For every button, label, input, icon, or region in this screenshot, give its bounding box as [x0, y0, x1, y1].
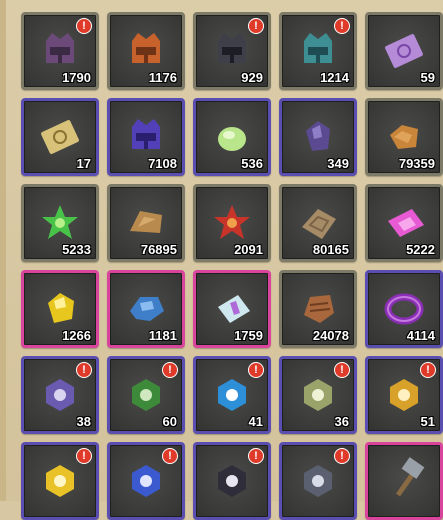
- alert-badge-icon: !: [76, 18, 92, 34]
- inventory-slot[interactable]: 80165: [279, 184, 357, 262]
- inventory-slot[interactable]: !: [21, 442, 99, 520]
- inventory-slot[interactable]: 60!: [107, 356, 185, 434]
- inventory-slot[interactable]: 36!: [279, 356, 357, 434]
- item-count: 536: [241, 156, 263, 171]
- inventory-slot[interactable]: 5233: [21, 184, 99, 262]
- item-count: 60: [162, 414, 177, 429]
- item-count: 2091: [234, 242, 263, 257]
- item-count: 1214: [320, 70, 349, 85]
- inventory-slot[interactable]: 1181: [107, 270, 185, 348]
- inventory-slot[interactable]: 51!: [365, 356, 443, 434]
- alert-badge-icon: !: [248, 18, 264, 34]
- item-count: 5233: [62, 242, 91, 257]
- item-count: 59: [420, 70, 435, 85]
- item-count: 1266: [62, 328, 91, 343]
- item-count: 1181: [148, 328, 177, 343]
- alert-badge-icon: !: [162, 448, 178, 464]
- inventory-slot[interactable]: 41!: [193, 356, 271, 434]
- alert-badge-icon: !: [248, 448, 264, 464]
- inventory-slot[interactable]: 1759: [193, 270, 271, 348]
- inventory-slot[interactable]: 79359: [365, 98, 443, 176]
- item-count: 36: [334, 414, 349, 429]
- item-count: 17: [76, 156, 91, 171]
- inventory-slot[interactable]: 17: [21, 98, 99, 176]
- item-count: 1759: [234, 328, 263, 343]
- item-count: 51: [420, 414, 435, 429]
- item-count: 7108: [148, 156, 177, 171]
- item-count: 38: [76, 414, 91, 429]
- item-count: 4114: [406, 328, 435, 343]
- inventory-slot[interactable]: !: [107, 442, 185, 520]
- item-count: 349: [327, 156, 349, 171]
- inventory-slot[interactable]: 5222: [365, 184, 443, 262]
- inventory-slot[interactable]: !: [279, 442, 357, 520]
- item-count: 80165: [312, 242, 349, 257]
- alert-badge-icon: !: [334, 448, 350, 464]
- alert-badge-icon: !: [162, 362, 178, 378]
- inventory-slot[interactable]: 349: [279, 98, 357, 176]
- item-count: 41: [248, 414, 263, 429]
- inventory-panel: 1790! 1176 929! 1214! 59 17 7108 536 349 79359 523…: [0, 0, 443, 520]
- hammer-icon: [395, 457, 425, 497]
- alert-badge-icon: !: [248, 362, 264, 378]
- inventory-slot[interactable]: 4114: [365, 270, 443, 348]
- alert-badge-icon: !: [76, 362, 92, 378]
- inventory-slot[interactable]: 1790!: [21, 12, 99, 90]
- inventory-slot[interactable]: 536: [193, 98, 271, 176]
- alert-badge-icon: !: [334, 362, 350, 378]
- inventory-slot[interactable]: !: [193, 442, 271, 520]
- item-count: 79359: [398, 156, 435, 171]
- alert-badge-icon: !: [76, 448, 92, 464]
- inventory-slot[interactable]: 1214!: [279, 12, 357, 90]
- item-count: 24078: [312, 328, 349, 343]
- inventory-slot[interactable]: 38!: [21, 356, 99, 434]
- inventory-slot[interactable]: 76895: [107, 184, 185, 262]
- inventory-slot[interactable]: 24078: [279, 270, 357, 348]
- item-count: 929: [241, 70, 263, 85]
- inventory-slot[interactable]: 2091: [193, 184, 271, 262]
- item-count: 1176: [148, 70, 177, 85]
- inventory-slot[interactable]: 59: [365, 12, 443, 90]
- inventory-slot[interactable]: 7108: [107, 98, 185, 176]
- inventory-slot[interactable]: 1176: [107, 12, 185, 90]
- alert-badge-icon: !: [334, 18, 350, 34]
- inventory-slot[interactable]: [365, 442, 443, 520]
- item-count: 76895: [140, 242, 177, 257]
- item-count: 1790: [62, 70, 91, 85]
- inventory-slot[interactable]: 1266: [21, 270, 99, 348]
- item-count: 5222: [406, 242, 435, 257]
- alert-badge-icon: !: [420, 362, 436, 378]
- inventory-slot[interactable]: 929!: [193, 12, 271, 90]
